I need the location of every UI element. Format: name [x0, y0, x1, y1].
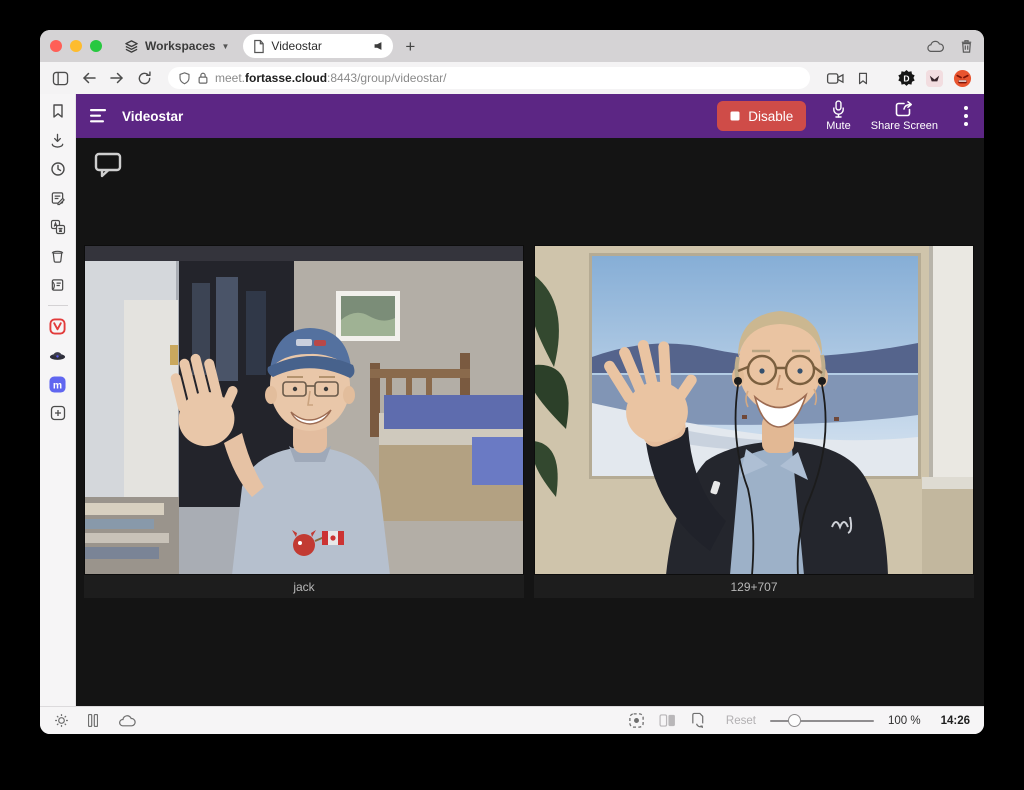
reload-button[interactable] — [137, 71, 152, 86]
microphone-icon — [831, 100, 846, 119]
tab-videostar[interactable]: Videostar — [243, 34, 393, 58]
meeting-area: jack — [76, 138, 984, 706]
stop-square-icon — [730, 111, 740, 121]
sync-status-cloud-icon[interactable] — [117, 714, 137, 728]
mastodon-web-panel-icon[interactable]: m — [49, 375, 67, 393]
bookmark-flag-icon[interactable] — [857, 71, 869, 86]
tab-tiling-icon[interactable] — [659, 714, 676, 727]
custom-web-panel-icon[interactable] — [49, 346, 67, 364]
translate-panel-icon[interactable] — [49, 218, 67, 236]
panel-divider — [48, 305, 68, 306]
page-actions-icon[interactable] — [690, 712, 706, 729]
zoom-slider-track — [770, 720, 874, 722]
url-field[interactable]: meet.fortasse.cloud:8443/group/videostar… — [168, 67, 810, 89]
sync-cloud-icon[interactable] — [925, 39, 945, 54]
settings-gear-icon[interactable] — [54, 713, 69, 728]
forward-button[interactable] — [109, 71, 125, 85]
address-toolbar: meet.fortasse.cloud:8443/group/videostar… — [40, 62, 984, 94]
browser-panel-bar: m — [40, 94, 76, 706]
back-button[interactable] — [81, 71, 97, 85]
add-web-panel-icon[interactable] — [49, 404, 67, 422]
menu-hamburger-icon[interactable] — [90, 109, 108, 123]
share-screen-label: Share Screen — [871, 120, 938, 132]
traffic-lights — [50, 40, 102, 52]
bookmarks-panel-icon[interactable] — [49, 102, 67, 120]
zoom-level: 100 % — [888, 715, 921, 727]
extension-icons: D — [897, 69, 972, 88]
new-tab-button[interactable]: + — [405, 38, 415, 55]
page-title: Videostar — [122, 109, 183, 124]
mute-button[interactable]: Mute — [826, 100, 850, 132]
mute-label: Mute — [826, 120, 850, 132]
url-host: fortasse.cloud — [245, 71, 327, 85]
status-bar: Reset 100 % 14:26 — [40, 706, 984, 734]
participant-name: jack — [84, 575, 524, 598]
screenshot-capture-icon[interactable] — [628, 712, 645, 729]
video-tile-jack[interactable]: jack — [84, 245, 524, 598]
zoom-window-button[interactable] — [90, 40, 102, 52]
zoom-slider[interactable] — [770, 714, 874, 728]
history-panel-icon[interactable] — [49, 160, 67, 178]
more-options-kebab-icon[interactable] — [958, 106, 974, 126]
share-screen-button[interactable]: Share Screen — [871, 100, 938, 132]
close-window-button[interactable] — [50, 40, 62, 52]
tab-audio-icon[interactable] — [372, 40, 384, 52]
layers-icon — [124, 39, 139, 54]
extension-bird-icon[interactable] — [926, 70, 943, 87]
workspaces-label: Workspaces — [145, 39, 215, 53]
video-tile-129-707[interactable]: 129+707 — [534, 245, 974, 598]
lock-icon — [197, 71, 209, 85]
svg-text:D: D — [903, 73, 909, 83]
reading-list-panel-icon[interactable] — [49, 276, 67, 294]
video-feed-129-707 — [534, 245, 974, 575]
participant-name: 129+707 — [534, 575, 974, 598]
page-icon — [252, 39, 265, 54]
zoom-reset-button[interactable]: Reset — [726, 715, 756, 727]
pause-tasks-icon[interactable] — [88, 714, 98, 727]
video-grid: jack — [84, 245, 974, 598]
workspaces-button[interactable]: Workspaces ▼ — [124, 39, 229, 54]
notes-panel-icon[interactable] — [49, 189, 67, 207]
sessions-panel-icon[interactable] — [49, 247, 67, 265]
tab-bar: Workspaces ▼ Videostar + — [40, 30, 984, 62]
video-feed-jack — [84, 245, 524, 575]
clock: 14:26 — [941, 715, 970, 727]
minimize-window-button[interactable] — [70, 40, 82, 52]
browser-window: Workspaces ▼ Videostar + — [40, 30, 984, 734]
trash-icon[interactable] — [959, 38, 974, 54]
disable-button-label: Disable — [748, 109, 793, 124]
app-header: Videostar Disable Mute Share Screen — [76, 94, 984, 138]
chevron-down-icon: ▼ — [221, 42, 229, 51]
extension-angry-face-icon[interactable] — [953, 69, 972, 88]
disable-button[interactable]: Disable — [717, 101, 806, 131]
share-screen-icon — [894, 100, 914, 119]
url-path: :8443/group/videostar/ — [327, 71, 446, 85]
tracker-shield-icon[interactable] — [178, 71, 191, 86]
url-text: meet.fortasse.cloud:8443/group/videostar… — [215, 71, 446, 85]
chat-bubble-icon[interactable] — [93, 151, 123, 183]
downloads-panel-icon[interactable] — [49, 131, 67, 149]
svg-text:m: m — [53, 380, 62, 391]
tab-title: Videostar — [271, 39, 366, 53]
url-prefix: meet. — [215, 71, 245, 85]
camera-icon[interactable] — [826, 72, 845, 85]
panel-toggle-icon[interactable] — [52, 71, 69, 86]
vivaldi-web-panel-icon[interactable] — [49, 317, 67, 335]
zoom-slider-handle[interactable] — [788, 714, 801, 727]
extension-badge-d-icon[interactable]: D — [897, 69, 916, 88]
